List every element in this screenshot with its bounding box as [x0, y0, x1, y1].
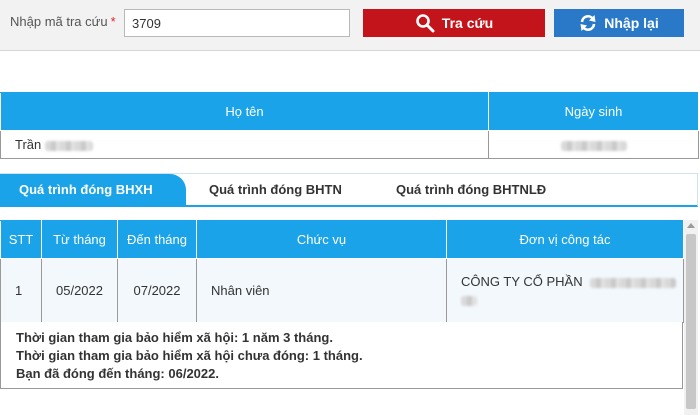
- scroll-thumb[interactable]: [686, 234, 696, 409]
- search-label-text: Nhập mã tra cứu: [10, 14, 108, 29]
- search-label: Nhập mã tra cứu *: [10, 14, 116, 29]
- tab-bhtnld[interactable]: Quá trình đóng BHTNLĐ: [396, 174, 546, 206]
- scroll-up-arrow-icon[interactable]: [687, 223, 695, 228]
- cell-to-month: 07/2022: [117, 258, 197, 323]
- tab-bar: Quá trình đóng BHXH Quá trình đóng BHTN …: [0, 173, 698, 207]
- redacted-date-of-birth: [560, 140, 627, 151]
- cell-position: Nhân viên: [196, 258, 447, 323]
- magnifier-icon: [415, 13, 435, 33]
- date-of-birth-cell: [488, 130, 699, 159]
- header-from-month: Từ tháng: [41, 220, 118, 259]
- tab-bhtn[interactable]: Quá trình đóng BHTN: [209, 174, 342, 206]
- header-position: Chức vụ: [196, 220, 447, 259]
- summary-unpaid-time: Thời gian tham gia bảo hiểm xã hội chưa …: [16, 348, 363, 363]
- person-header-row: Họ tên Ngày sinh: [0, 92, 699, 131]
- person-table: Họ tên Ngày sinh Trần: [0, 92, 699, 159]
- tab-bhxh[interactable]: Quá trình đóng BHXH: [0, 174, 186, 206]
- required-mark: *: [110, 14, 116, 29]
- redacted-work-unit-2: [461, 295, 477, 306]
- redacted-name: [44, 140, 93, 151]
- reset-button-label: Nhập lại: [604, 15, 659, 31]
- full-name-cell: Trần: [0, 130, 489, 159]
- redacted-work-unit: [590, 277, 677, 288]
- history-header-row: STT Từ tháng Đến tháng Chức vụ Đơn vị cô…: [0, 220, 684, 259]
- cell-stt: 1: [0, 258, 42, 323]
- lookup-code-input[interactable]: [124, 9, 350, 37]
- cell-from-month: 05/2022: [41, 258, 118, 323]
- refresh-icon: [579, 14, 597, 32]
- person-row: Trần: [0, 130, 699, 159]
- header-work-unit: Đơn vị công tác: [446, 220, 684, 259]
- search-button[interactable]: Tra cứu: [363, 9, 545, 37]
- search-button-label: Tra cứu: [441, 15, 494, 31]
- summary-box: Thời gian tham gia bảo hiểm xã hội: 1 nă…: [0, 322, 683, 389]
- header-stt: STT: [0, 220, 42, 259]
- work-unit-name: CÔNG TY CỔ PHẦN: [461, 274, 583, 289]
- reset-button[interactable]: Nhập lại: [554, 9, 684, 37]
- full-name-visible: Trần: [15, 137, 42, 152]
- summary-total-time: Thời gian tham gia bảo hiểm xã hội: 1 nă…: [16, 330, 333, 345]
- summary-paid-until: Bạn đã đóng đến tháng: 06/2022.: [16, 366, 219, 381]
- cell-work-unit: CÔNG TY CỔ PHẦN: [446, 258, 684, 323]
- header-full-name: Họ tên: [0, 92, 489, 131]
- table-row: 1 05/2022 07/2022 Nhân viên CÔNG TY CỔ P…: [0, 258, 684, 323]
- header-to-month: Đến tháng: [117, 220, 197, 259]
- search-bar: Nhập mã tra cứu* Tra cứu Nhập lại: [0, 0, 700, 51]
- insurance-history-table: STT Từ tháng Đến tháng Chức vụ Đơn vị cô…: [0, 220, 684, 323]
- vertical-scrollbar[interactable]: [684, 220, 698, 415]
- header-date-of-birth: Ngày sinh: [488, 92, 699, 131]
